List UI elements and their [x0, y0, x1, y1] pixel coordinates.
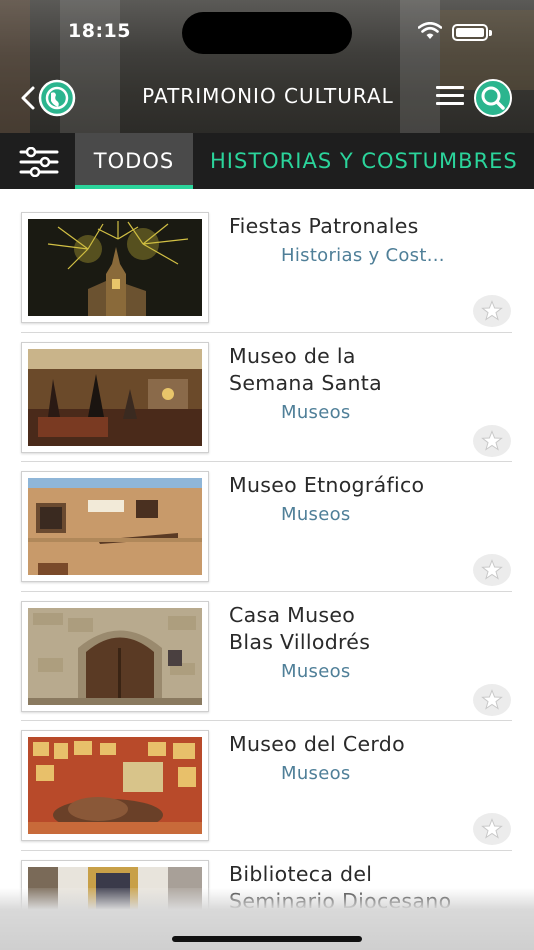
wifi-icon — [418, 22, 442, 39]
search-button[interactable] — [474, 79, 512, 117]
list-item[interactable]: Fiestas Patronales Historias y Cost... — [0, 203, 534, 333]
tab-historias-label: HISTORIAS Y COSTUMBRES — [210, 149, 518, 173]
item-title: Fiestas Patronales — [229, 214, 419, 238]
star-icon — [481, 559, 503, 580]
favorite-button[interactable] — [473, 813, 511, 845]
item-title: Museo del Cerdo — [229, 732, 405, 756]
item-category: Museos — [281, 763, 351, 784]
star-icon — [481, 300, 503, 321]
favorite-button[interactable] — [473, 424, 511, 457]
favorite-button[interactable] — [473, 295, 511, 327]
star-icon — [481, 688, 503, 710]
battery-icon — [452, 24, 492, 41]
stone-doorway-image — [28, 607, 202, 705]
thumbnail-frame[interactable] — [21, 471, 209, 582]
back-button[interactable] — [18, 79, 82, 117]
search-icon — [481, 86, 505, 110]
chevron-left-icon — [21, 86, 35, 110]
thumbnail-frame[interactable] — [21, 600, 209, 712]
star-icon — [481, 818, 503, 839]
item-category: Museos — [281, 504, 351, 525]
item-title: Casa Museo Blas Villodrés — [229, 602, 371, 654]
thumbnail-frame[interactable] — [21, 730, 209, 841]
item-category: Museos — [281, 660, 351, 682]
list-item[interactable]: Museo Etnográfico Museos — [0, 462, 534, 592]
item-category: Museos — [281, 401, 351, 423]
hamburger-icon — [436, 86, 464, 89]
museum-facade-image — [28, 478, 202, 575]
tab-todos-label: TODOS — [93, 149, 175, 173]
sliders-icon — [19, 146, 59, 178]
status-time: 18:15 — [68, 20, 131, 42]
favorite-button[interactable] — [473, 683, 511, 716]
tab-todos[interactable]: TODOS — [75, 133, 193, 189]
dynamic-island — [182, 12, 352, 54]
filter-button[interactable] — [18, 146, 60, 178]
thumbnail-frame[interactable] — [21, 212, 209, 323]
nav-bar: PATRIMONIO CULTURAL — [0, 76, 534, 118]
list-item[interactable]: Casa Museo Blas Villodrés Museos — [0, 592, 534, 721]
active-tab-indicator — [75, 185, 193, 189]
museum-interior-image — [28, 348, 202, 446]
list-item[interactable]: Museo del Cerdo Museos — [0, 721, 534, 851]
item-title: Museo de la Semana Santa — [229, 343, 382, 395]
favorite-button[interactable] — [473, 554, 511, 586]
pig-museum-image — [28, 737, 202, 834]
fireworks-church-image — [28, 219, 202, 316]
globe-icon — [38, 79, 76, 117]
item-category: Historias y Cost... — [281, 245, 445, 266]
page-title: PATRIMONIO CULTURAL — [142, 84, 394, 108]
status-bar: 18:15 — [0, 0, 534, 64]
home-indicator[interactable] — [172, 936, 362, 942]
star-icon — [481, 429, 503, 451]
category-tab-bar: TODOS HISTORIAS Y COSTUMBRES — [0, 133, 534, 189]
app-header: 18:15 PATRIMONIO CULTURAL — [0, 0, 534, 133]
list-item[interactable]: Museo de la Semana Santa Museos — [0, 333, 534, 462]
item-title: Museo Etnográfico — [229, 473, 425, 497]
thumbnail-frame[interactable] — [21, 341, 209, 453]
heritage-list: Fiestas Patronales Historias y Cost... M… — [0, 203, 534, 950]
tab-historias-y-costumbres[interactable]: HISTORIAS Y COSTUMBRES — [210, 133, 518, 189]
menu-button[interactable] — [436, 86, 464, 108]
